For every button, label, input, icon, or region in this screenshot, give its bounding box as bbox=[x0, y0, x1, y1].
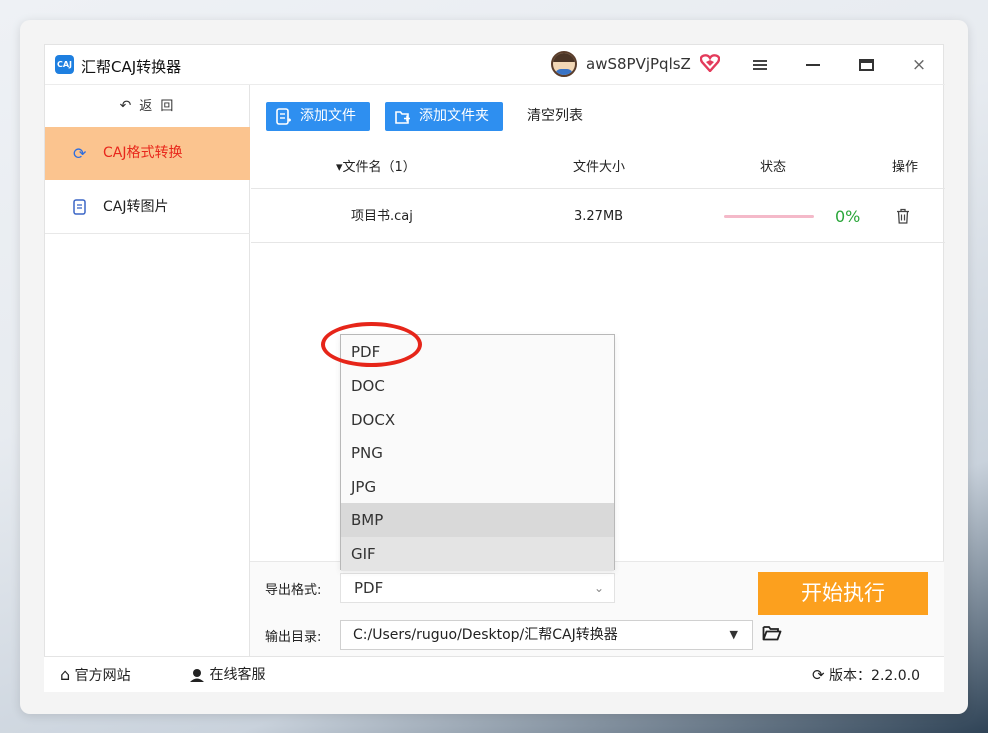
clear-list-button[interactable]: 清空列表 bbox=[527, 102, 583, 131]
format-option-gif[interactable]: GIF bbox=[341, 537, 614, 571]
file-name: 项目书.caj bbox=[351, 209, 413, 224]
output-dir-field[interactable]: C:/Users/ruguo/Desktop/汇帮CAJ转换器 ▼ bbox=[340, 620, 753, 650]
progress-percent: 0% bbox=[835, 207, 861, 226]
document-icon bbox=[73, 181, 86, 234]
add-file-icon bbox=[276, 102, 291, 131]
minimize-icon[interactable] bbox=[799, 51, 827, 79]
user-avatar[interactable] bbox=[551, 51, 577, 77]
back-button[interactable]: ↶ 返 回 bbox=[45, 85, 250, 127]
online-service-label: 在线客服 bbox=[209, 667, 266, 683]
sidebar: ↶ 返 回 ⟳ CAJ格式转换 CAJ转图片 bbox=[45, 85, 250, 657]
output-dir-value: C:/Users/ruguo/Desktop/汇帮CAJ转换器 bbox=[353, 627, 618, 643]
format-select-value: PDF bbox=[354, 579, 384, 597]
version-label: 版本：2.2.0.0 bbox=[829, 668, 921, 684]
progress-bar bbox=[724, 215, 814, 218]
col-status: 状态 bbox=[760, 160, 787, 175]
sidebar-item-caj-format[interactable]: ⟳ CAJ格式转换 bbox=[45, 127, 250, 180]
sidebar-item-label: CAJ格式转换 bbox=[103, 145, 183, 161]
official-website-link[interactable]: ⌂ 官方网站 bbox=[60, 657, 131, 694]
app-logo-icon: CAJ bbox=[55, 55, 74, 74]
col-filesize: 文件大小 bbox=[573, 160, 626, 175]
dropdown-arrow-icon: ▼ bbox=[729, 628, 738, 641]
close-icon[interactable]: × bbox=[905, 51, 933, 79]
annotation-circle bbox=[321, 322, 422, 367]
add-file-label: 添加文件 bbox=[300, 108, 356, 124]
format-option-bmp[interactable]: BMP bbox=[341, 503, 614, 537]
table-header: ▾文件名（1） 文件大小 状态 操作 bbox=[251, 147, 945, 189]
refresh-icon: ⟳ bbox=[812, 666, 825, 684]
format-select[interactable]: PDF ⌄ bbox=[340, 573, 615, 603]
add-file-button[interactable]: 添加文件 bbox=[266, 102, 370, 131]
username[interactable]: awS8PVjPqlsZ bbox=[586, 55, 691, 73]
app-title: 汇帮CAJ转换器 bbox=[81, 58, 182, 76]
add-folder-label: 添加文件夹 bbox=[419, 108, 489, 124]
version-info: ⟳ 版本：2.2.0.0 bbox=[812, 657, 920, 694]
title-bar: CAJ 汇帮CAJ转换器 awS8PVjPqlsZ × bbox=[45, 45, 945, 85]
headset-icon bbox=[189, 667, 209, 683]
format-option-doc[interactable]: DOC bbox=[341, 369, 614, 403]
online-service-link[interactable]: 在线客服 bbox=[189, 657, 265, 693]
chevron-down-icon: ⌄ bbox=[593, 581, 604, 595]
format-option-jpg[interactable]: JPG bbox=[341, 470, 614, 504]
table-row[interactable]: 项目书.caj 3.27MB 0% bbox=[251, 190, 945, 243]
back-arrow-icon: ↶ bbox=[119, 98, 134, 114]
menu-icon[interactable] bbox=[746, 51, 774, 79]
back-label: 返 回 bbox=[139, 99, 176, 114]
add-folder-icon bbox=[395, 102, 412, 131]
file-size: 3.27MB bbox=[574, 209, 624, 224]
status-bar: ⌂ 官方网站 在线客服 ⟳ 版本：2.2.0.0 bbox=[44, 656, 944, 692]
sidebar-item-label: CAJ转图片 bbox=[103, 199, 169, 215]
format-option-png[interactable]: PNG bbox=[341, 436, 614, 470]
col-filename[interactable]: ▾文件名（1） bbox=[336, 147, 416, 189]
maximize-icon[interactable] bbox=[852, 51, 880, 79]
col-actions: 操作 bbox=[892, 160, 919, 175]
format-label: 导出格式: bbox=[265, 583, 322, 598]
format-option-docx[interactable]: DOCX bbox=[341, 403, 614, 437]
refresh-icon: ⟳ bbox=[73, 144, 87, 163]
sidebar-item-caj-image[interactable]: CAJ转图片 bbox=[45, 181, 250, 234]
add-folder-button[interactable]: 添加文件夹 bbox=[385, 102, 503, 131]
trash-icon[interactable] bbox=[896, 208, 910, 224]
vip-heart-icon[interactable] bbox=[699, 54, 721, 73]
format-dropdown-list: PDF DOC DOCX PNG JPG BMP GIF bbox=[340, 334, 615, 571]
official-website-label: 官方网站 bbox=[74, 668, 131, 684]
output-dir-label: 输出目录: bbox=[265, 630, 322, 645]
home-icon: ⌂ bbox=[60, 665, 71, 684]
folder-open-icon[interactable] bbox=[762, 625, 782, 641]
start-button[interactable]: 开始执行 bbox=[758, 572, 928, 615]
